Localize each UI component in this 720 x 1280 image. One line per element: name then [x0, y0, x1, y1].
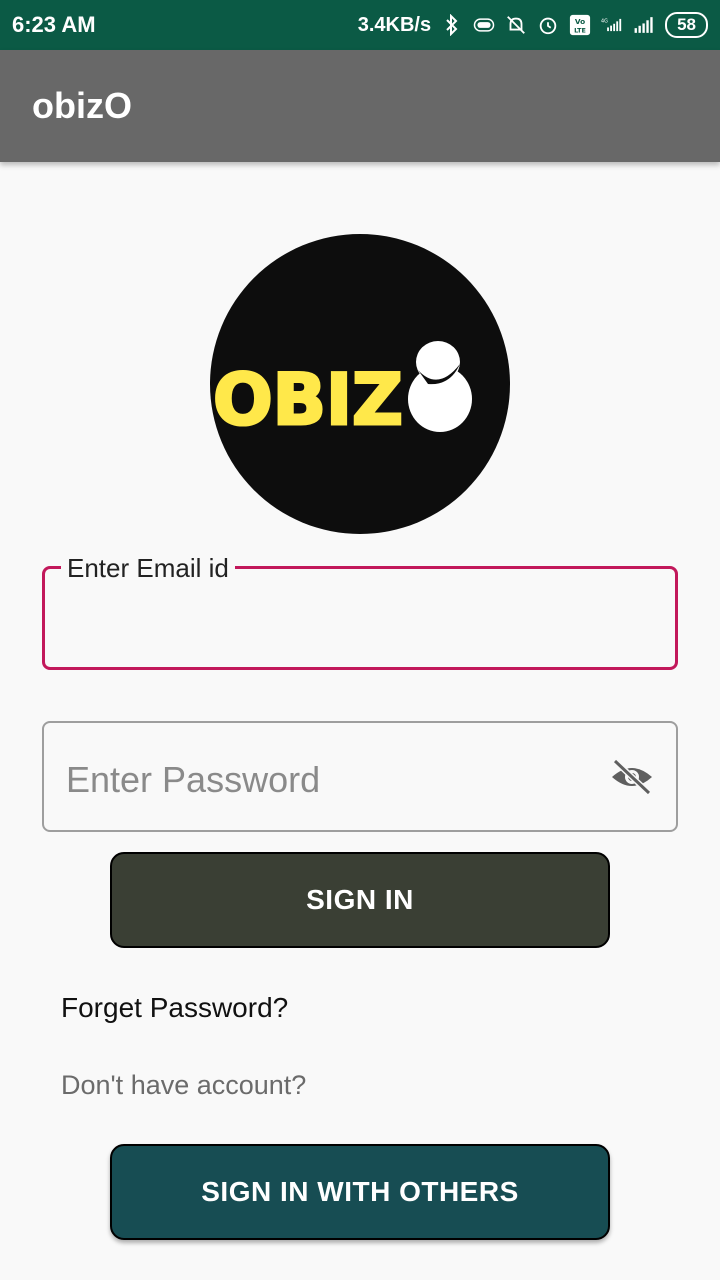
sign-in-button[interactable]: SIGN IN: [110, 852, 610, 948]
alarm-icon: [537, 14, 559, 36]
email-input[interactable]: [65, 599, 659, 651]
logo-text: OBIZ: [213, 359, 403, 441]
svg-text:Vo: Vo: [575, 17, 585, 26]
forget-password-link[interactable]: Forget Password?: [61, 992, 288, 1024]
eye-off-icon[interactable]: [608, 757, 656, 797]
app-title: obizO: [32, 85, 132, 126]
status-icons: 3.4KB/s Vo LTE 4G 58: [358, 12, 708, 38]
password-input[interactable]: [64, 751, 588, 809]
volte-icon: Vo LTE: [569, 14, 591, 36]
mute-icon: [505, 14, 527, 36]
email-field[interactable]: Enter Email id: [42, 553, 678, 670]
logo-graphic: OBIZ: [212, 341, 472, 443]
svg-text:4G: 4G: [601, 19, 608, 25]
obiz-logo: OBIZ: [210, 234, 510, 534]
no-account-text: Don't have account?: [61, 1070, 307, 1100]
network-speed: 3.4KB/s: [357, 13, 432, 36]
vibrate-icon: [473, 14, 495, 36]
app-bar: obizO: [0, 50, 720, 162]
email-label: Enter Email id: [61, 553, 235, 584]
signal-icon: [633, 14, 655, 36]
signal-4g-icon: 4G: [601, 14, 623, 36]
sign-in-with-others-button[interactable]: SIGN IN WITH OTHERS: [110, 1144, 610, 1240]
svg-text:LTE: LTE: [574, 26, 586, 34]
password-field[interactable]: [42, 721, 678, 832]
bluetooth-icon: [441, 14, 463, 36]
status-time: 6:23 AM: [12, 12, 96, 37]
battery-indicator: 58: [665, 12, 708, 38]
status-bar: 6:23 AM 3.4KB/s Vo LTE 4G 58: [0, 0, 720, 50]
